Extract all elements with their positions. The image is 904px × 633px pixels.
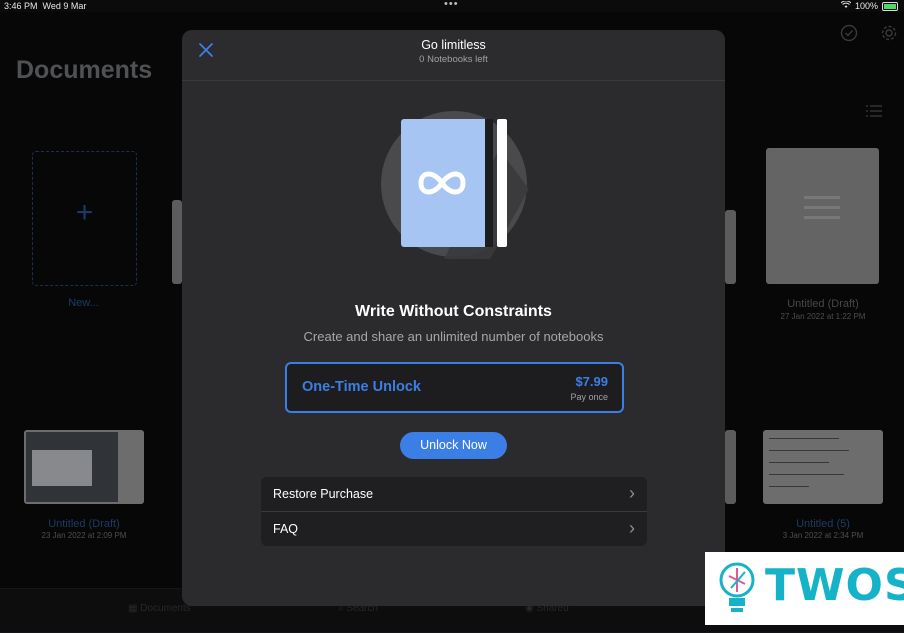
plan-price: $7.99 xyxy=(575,374,608,389)
status-right: 100% xyxy=(840,0,898,11)
description: Create and share an unlimited number of … xyxy=(303,329,604,344)
upgrade-modal: Go limitless 0 Notebooks left Write With… xyxy=(182,30,725,606)
restore-purchase-label: Restore Purchase xyxy=(273,487,374,501)
restore-purchase-row[interactable]: Restore Purchase › xyxy=(261,477,647,511)
unlock-now-button[interactable]: Unlock Now xyxy=(400,432,507,459)
status-bar: 3:46 PM Wed 9 Mar ••• 100% xyxy=(0,0,904,12)
options-list: Restore Purchase › FAQ › xyxy=(261,477,647,546)
watermark-text: TWOS xyxy=(765,560,904,611)
headline: Write Without Constraints xyxy=(355,303,552,320)
modal-subtitle: 0 Notebooks left xyxy=(419,54,488,65)
one-time-unlock-option[interactable]: One-Time Unlock $7.99 Pay once xyxy=(285,362,624,413)
modal-header: Go limitless 0 Notebooks left xyxy=(182,30,725,81)
infinite-notebook-illustration xyxy=(379,109,529,279)
twos-watermark: TWOS xyxy=(705,552,904,625)
faq-row[interactable]: FAQ › xyxy=(261,512,647,546)
multitask-dots[interactable]: ••• xyxy=(444,0,459,10)
chevron-right-icon: › xyxy=(629,483,635,503)
modal-title: Go limitless xyxy=(421,38,486,52)
plan-note: Pay once xyxy=(570,392,608,402)
chevron-right-icon: › xyxy=(629,518,635,538)
faq-label: FAQ xyxy=(273,522,299,536)
plan-name: One-Time Unlock xyxy=(302,379,421,395)
lightbulb-icon xyxy=(719,562,755,612)
wifi-icon xyxy=(840,0,852,11)
battery-percent: 100% xyxy=(854,1,878,11)
status-time: 3:46 PM Wed 9 Mar xyxy=(4,1,87,11)
battery-icon xyxy=(882,1,898,11)
